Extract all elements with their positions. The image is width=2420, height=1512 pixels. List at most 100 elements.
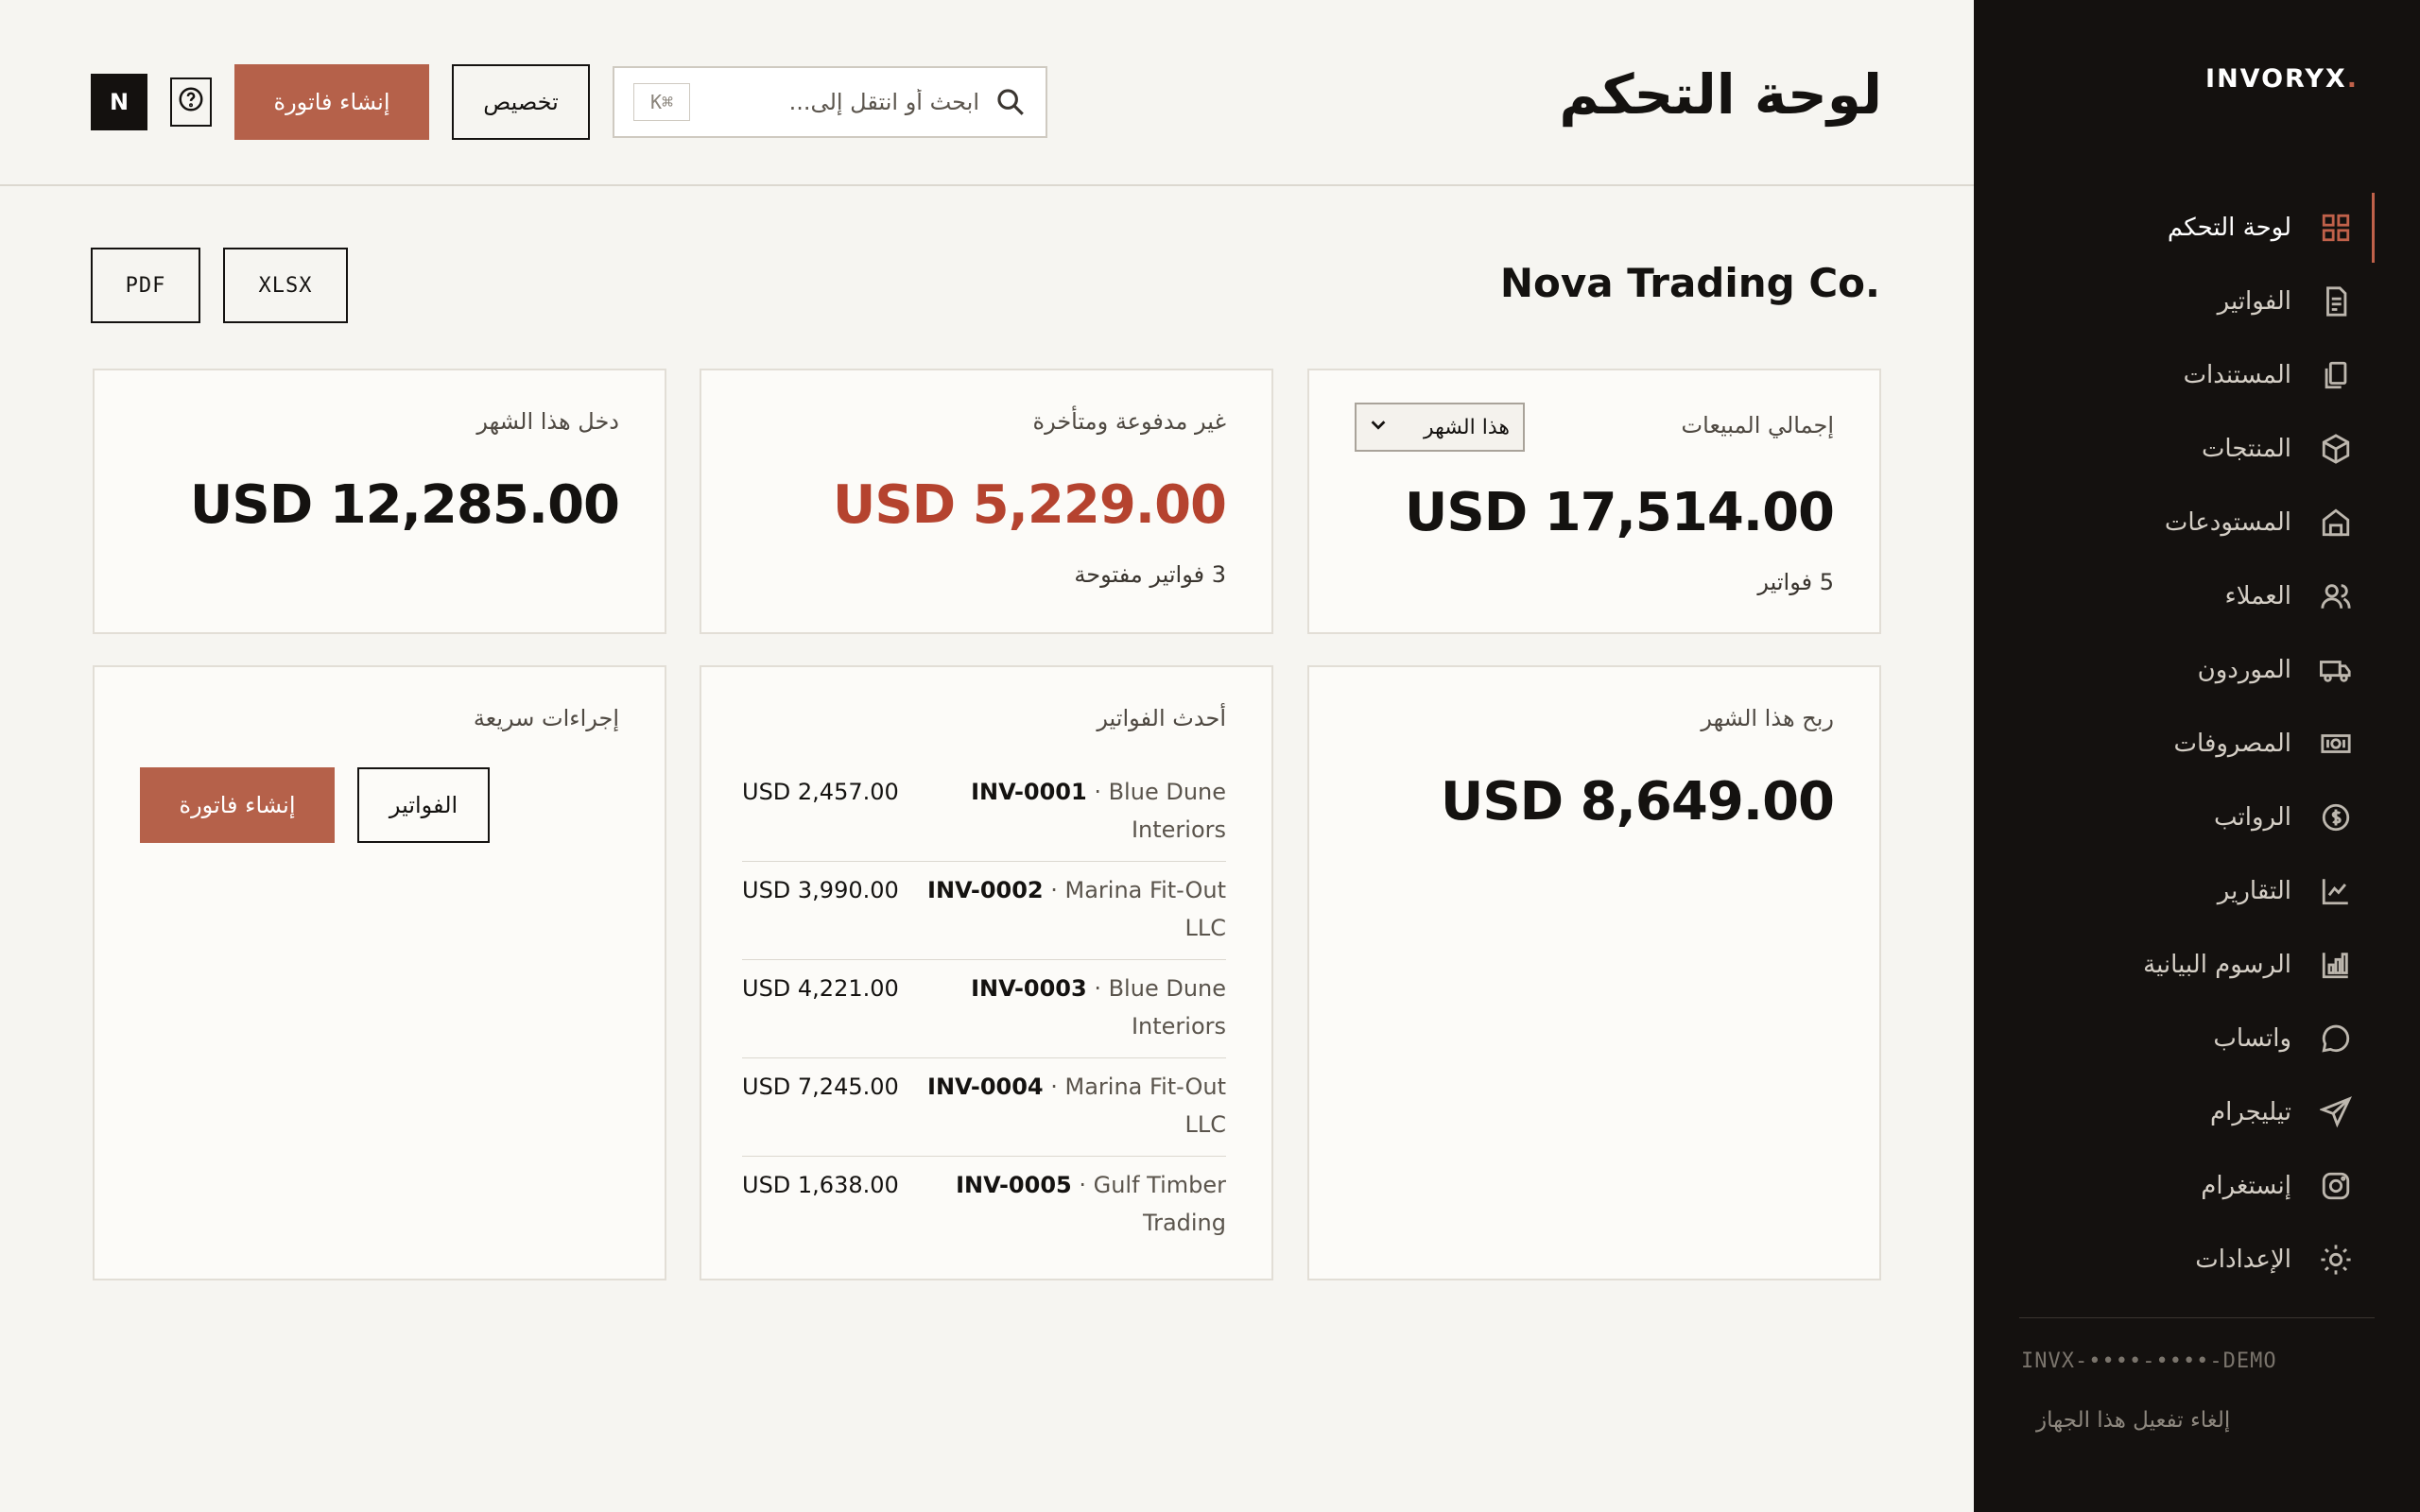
invoice-number: INV-0005 xyxy=(956,1172,1072,1198)
card-label: إجمالي المبيعات xyxy=(1681,412,1834,438)
deactivate-device-link[interactable]: إلغاء تفعيل هذا الجهاز xyxy=(2036,1408,2230,1433)
invoice-amount: USD 3,990.00 xyxy=(742,877,899,903)
sidebar-item-label: المستندات xyxy=(2183,361,2291,389)
sidebar-item-expenses[interactable]: المصروفات xyxy=(1974,707,2420,781)
sidebar-item-warehouses[interactable]: المستودعات xyxy=(1974,486,2420,559)
invoice-client: Marina Fit-Out LLC xyxy=(1064,1074,1226,1138)
sidebar-item-label: الموردون xyxy=(2197,656,2291,684)
create-invoice-button[interactable]: إنشاء فاتورة xyxy=(234,64,429,140)
warehouse-icon xyxy=(2318,505,2354,541)
chat-icon xyxy=(2318,1021,2354,1057)
company-name: Nova Trading Co. xyxy=(1499,260,1880,306)
export-xlsx-button[interactable]: XLSX xyxy=(223,248,348,323)
dashboard-icon xyxy=(2318,210,2354,246)
brand-logo: INVORYX. xyxy=(2205,64,2359,94)
monthly-income-card: دخل هذا الشهر USD 12,285.00 xyxy=(93,369,666,634)
sidebar-nav: لوحة التحكم الفواتير المستندات المنتجات … xyxy=(1974,191,2420,1297)
sidebar-item-customers[interactable]: العملاء xyxy=(1974,559,2420,633)
sidebar-item-telegram[interactable]: تيليجرام xyxy=(1974,1075,2420,1149)
sidebar-item-instagram[interactable]: إنستغرام xyxy=(1974,1149,2420,1223)
card-label: ربح هذا الشهر xyxy=(1701,705,1834,731)
sidebar-item-settings[interactable]: الإعدادات xyxy=(1974,1223,2420,1297)
unpaid-overdue-card: غير مدفوعة ومتأخرة USD 5,229.00 3 فواتير… xyxy=(700,369,1273,634)
period-value: هذا الشهر xyxy=(1424,415,1510,439)
invoice-title: INV-0005 · Gulf Timber Trading xyxy=(956,1172,1226,1236)
search-input[interactable] xyxy=(690,89,979,115)
sidebar-item-label: التقارير xyxy=(2217,877,2291,905)
bar-chart-icon xyxy=(2318,947,2354,983)
sidebar-item-suppliers[interactable]: الموردون xyxy=(1974,633,2420,707)
open-invoices-count: 3 فواتير مفتوحة xyxy=(1074,561,1226,588)
sidebar-item-charts[interactable]: الرسوم البيانية xyxy=(1974,928,2420,1002)
search-icon xyxy=(994,86,1027,118)
box-icon xyxy=(2318,431,2354,467)
chevron-down-icon xyxy=(1368,414,1389,440)
sidebar: INVORYX. لوحة التحكم الفواتير المستندات … xyxy=(1974,0,2420,1512)
invoice-client: Marina Fit-Out LLC xyxy=(1064,877,1226,941)
list-item[interactable]: INV-0001 · Blue Dune Interiors USD 2,457… xyxy=(742,764,1226,862)
invoice-client: Gulf Timber Trading xyxy=(1093,1172,1226,1236)
invoice-title: INV-0001 · Blue Dune Interiors xyxy=(971,779,1226,843)
invoice-amount: USD 1,638.00 xyxy=(742,1172,899,1198)
invoice-amount: USD 7,245.00 xyxy=(742,1074,899,1100)
sidebar-item-label: تيليجرام xyxy=(2210,1098,2291,1126)
sidebar-item-label: واتساب xyxy=(2213,1024,2291,1053)
sidebar-divider xyxy=(2019,1317,2375,1318)
quick-actions-card: إجراءات سريعة الفواتير إنشاء فاتورة xyxy=(93,665,666,1280)
invoice-number: INV-0001 xyxy=(971,779,1087,805)
income-amount: USD 12,285.00 xyxy=(189,474,620,536)
period-select[interactable]: هذا الشهر xyxy=(1355,403,1525,452)
sidebar-item-label: الفواتير xyxy=(2217,287,2291,316)
invoice-amount: USD 2,457.00 xyxy=(742,779,899,805)
banknote-icon xyxy=(2318,726,2354,762)
invoice-client: Blue Dune Interiors xyxy=(1108,975,1226,1040)
customize-button[interactable]: تخصيص xyxy=(452,64,590,140)
list-item[interactable]: INV-0002 · Marina Fit-Out LLC USD 3,990.… xyxy=(742,862,1226,960)
total-sales-card: إجمالي المبيعات هذا الشهر USD 17,514.00 … xyxy=(1307,369,1881,634)
shortcut-hint: K⌘ xyxy=(633,83,690,121)
card-label: غير مدفوعة ومتأخرة xyxy=(1032,408,1226,435)
sidebar-item-label: الرواتب xyxy=(2213,803,2291,832)
list-item[interactable]: INV-0003 · Blue Dune Interiors USD 4,221… xyxy=(742,960,1226,1058)
sidebar-item-documents[interactable]: المستندات xyxy=(1974,338,2420,412)
sidebar-item-whatsapp[interactable]: واتساب xyxy=(1974,1002,2420,1075)
send-icon xyxy=(2318,1094,2354,1130)
sidebar-item-label: المنتجات xyxy=(2201,435,2291,463)
invoice-title: INV-0004 · Marina Fit-Out LLC xyxy=(927,1074,1226,1138)
invoice-number: INV-0002 xyxy=(927,877,1044,903)
invoice-title: INV-0003 · Blue Dune Interiors xyxy=(971,975,1226,1040)
sidebar-item-label: إنستغرام xyxy=(2201,1172,2291,1200)
total-sales-amount: USD 17,514.00 xyxy=(1404,482,1835,543)
sidebar-item-label: لوحة التحكم xyxy=(2167,214,2291,242)
documents-icon xyxy=(2318,357,2354,393)
invoice-client: Blue Dune Interiors xyxy=(1108,779,1226,843)
invoice-title: INV-0002 · Marina Fit-Out LLC xyxy=(927,877,1226,941)
users-icon xyxy=(2318,578,2354,614)
help-button[interactable] xyxy=(170,77,212,127)
coin-icon xyxy=(2318,799,2354,835)
invoices-button[interactable]: الفواتير xyxy=(357,767,490,843)
sidebar-item-label: المستودعات xyxy=(2164,508,2291,537)
monthly-profit-card: ربح هذا الشهر USD 8,649.00 xyxy=(1307,665,1881,1280)
sidebar-item-reports[interactable]: التقارير xyxy=(1974,854,2420,928)
settings-icon xyxy=(2318,1242,2354,1278)
sidebar-item-payroll[interactable]: الرواتب xyxy=(1974,781,2420,854)
sidebar-item-dashboard[interactable]: لوحة التحكم xyxy=(1974,191,2420,265)
list-item[interactable]: INV-0004 · Marina Fit-Out LLC USD 7,245.… xyxy=(742,1058,1226,1157)
sidebar-item-invoices[interactable]: الفواتير xyxy=(1974,265,2420,338)
sidebar-item-products[interactable]: المنتجات xyxy=(1974,412,2420,486)
instagram-icon xyxy=(2318,1168,2354,1204)
sidebar-item-label: الرسوم البيانية xyxy=(2143,951,2291,979)
quick-create-invoice-button[interactable]: إنشاء فاتورة xyxy=(140,767,335,843)
recent-invoices-list: INV-0001 · Blue Dune Interiors USD 2,457… xyxy=(742,764,1226,1255)
card-label: إجراءات سريعة xyxy=(473,705,619,731)
search-box[interactable]: K⌘ xyxy=(613,66,1047,138)
sidebar-item-label: الإعدادات xyxy=(2195,1246,2291,1274)
invoice-number: INV-0003 xyxy=(971,975,1087,1002)
unpaid-amount: USD 5,229.00 xyxy=(832,474,1227,536)
avatar[interactable]: N xyxy=(91,74,147,130)
list-item[interactable]: INV-0005 · Gulf Timber Trading USD 1,638… xyxy=(742,1157,1226,1255)
export-pdf-button[interactable]: PDF xyxy=(91,248,200,323)
license-key: INVX-••••-••••-DEMO xyxy=(2021,1349,2277,1373)
sidebar-item-label: المصروفات xyxy=(2173,730,2291,758)
